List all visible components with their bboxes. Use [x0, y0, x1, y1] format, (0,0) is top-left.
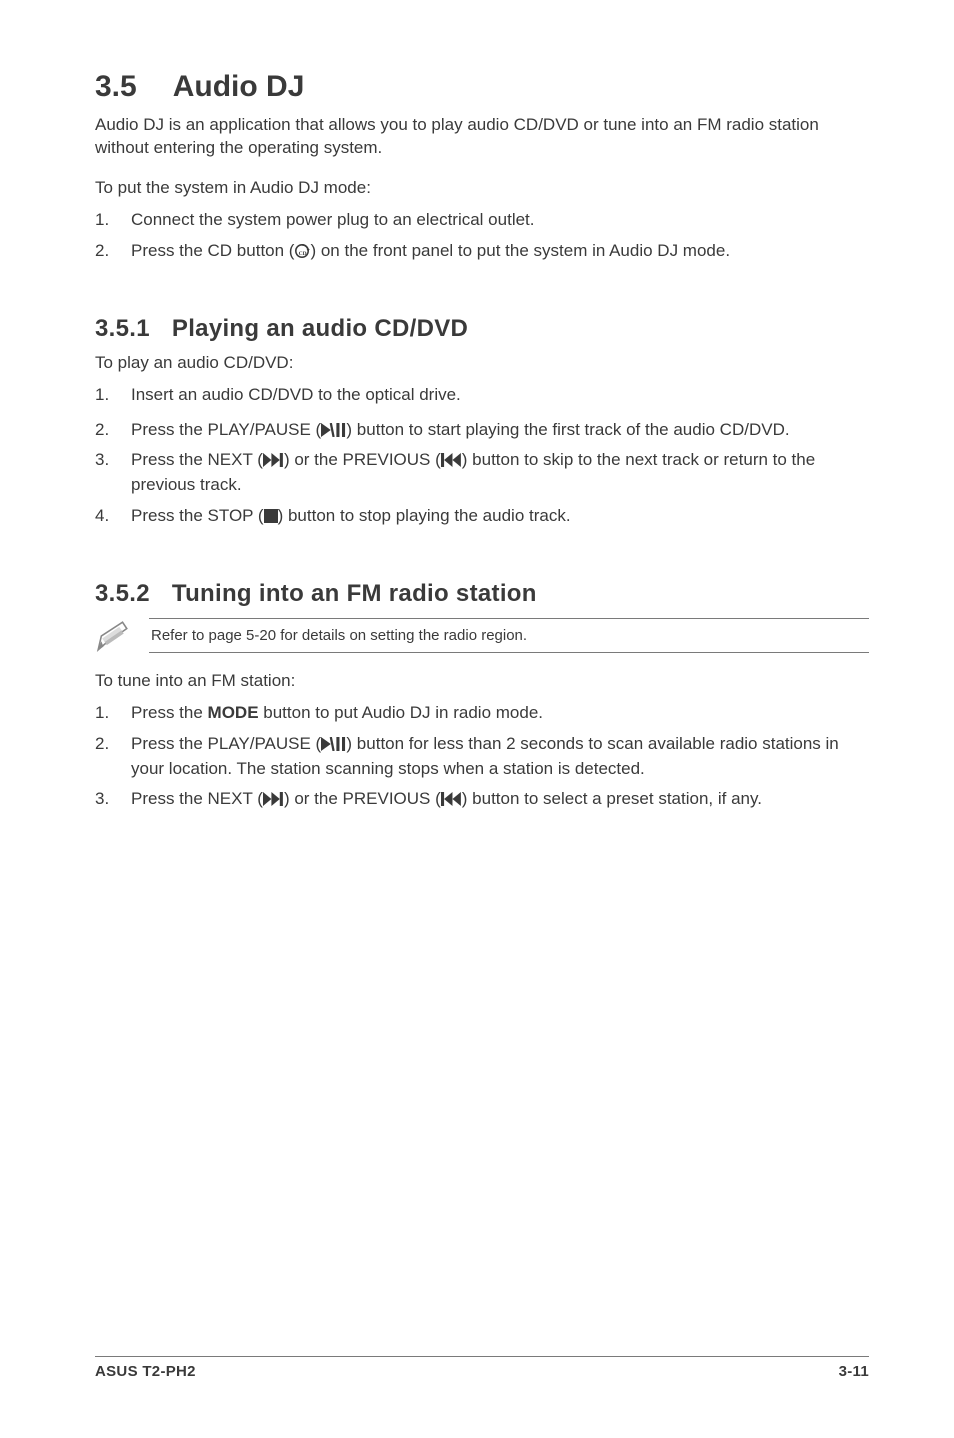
text-part: ) button to select a preset station, if …	[462, 789, 762, 808]
list-number: 1.	[95, 383, 131, 408]
play-pause-icon	[321, 737, 346, 751]
note-text: Refer to page 5-20 for details on settin…	[149, 618, 869, 653]
step-text: Press the NEXT ( ) or the PREVIOUS ( ) but…	[131, 787, 869, 812]
step-text: Press the PLAY/PAUSE ( ) button to start …	[131, 418, 869, 443]
step-1-4: 4. Press the STOP ( ) button to stop play…	[95, 504, 869, 529]
play-pause-icon	[321, 423, 346, 437]
page-title: 3.5 Audio DJ	[95, 70, 869, 104]
text-part: ) or the PREVIOUS (	[284, 789, 441, 808]
text-part: ) on the front panel to put the system i…	[310, 241, 730, 260]
text-part: Press the STOP (	[131, 506, 264, 525]
text-part: button to put Audio DJ in radio mode.	[259, 703, 543, 722]
list-number: 4.	[95, 504, 131, 529]
list-number: 3.	[95, 448, 131, 497]
next-icon	[263, 792, 284, 806]
lead-2: To tune into an FM station:	[95, 671, 869, 691]
step-2-3: 3. Press the NEXT ( ) or the PREVIOUS ( ) …	[95, 787, 869, 812]
step-text: Press the CD button ( ) on the front pane…	[131, 239, 869, 264]
previous-icon	[441, 792, 462, 806]
text-part: ) or the PREVIOUS (	[284, 450, 441, 469]
text-part: ) button to stop playing the audio track…	[278, 506, 571, 525]
stop-icon	[264, 509, 278, 523]
step-text: Insert an audio CD/DVD to the optical dr…	[131, 383, 869, 408]
steps-0: 1. Connect the system power plug to an e…	[95, 208, 869, 263]
step-2-1: 1. Press the MODE button to put Audio DJ…	[95, 701, 869, 726]
text-part: Press the	[131, 703, 208, 722]
step-text: Press the STOP ( ) button to stop playing…	[131, 504, 869, 529]
text-part: ) button to start playing the first trac…	[346, 420, 789, 439]
footer-page-number: 3-11	[839, 1363, 869, 1380]
steps-2: 1. Press the MODE button to put Audio DJ…	[95, 701, 869, 812]
step-text: Press the PLAY/PAUSE () button for less …	[131, 732, 869, 781]
note-icon-container	[95, 620, 141, 652]
step-1-1: 1. Insert an audio CD/DVD to the optical…	[95, 383, 869, 408]
lead-1: To play an audio CD/DVD:	[95, 353, 869, 373]
title-text: Audio DJ	[173, 70, 305, 103]
text-part: Press the PLAY/PAUSE (	[131, 420, 321, 439]
previous-icon	[441, 453, 462, 467]
list-number: 2.	[95, 418, 131, 443]
list-number: 2.	[95, 239, 131, 264]
step-1-2: 2. Press the PLAY/PAUSE ( ) button to sta…	[95, 418, 869, 443]
list-number: 2.	[95, 732, 131, 781]
section-heading-2: 3.5.2 Tuning into an FM radio station	[95, 580, 869, 608]
list-number: 1.	[95, 208, 131, 233]
section-title: Tuning into an FM radio station	[172, 580, 537, 607]
mode-label: MODE	[208, 703, 259, 722]
text-part: Press the PLAY/PAUSE (	[131, 734, 321, 753]
steps-1: 1. Insert an audio CD/DVD to the optical…	[95, 383, 869, 528]
step-1-3: 3. Press the NEXT () or the PREVIOUS () …	[95, 448, 869, 497]
text-part: Press the NEXT (	[131, 450, 263, 469]
section-number: 3.5.1	[95, 315, 150, 343]
note-box: Refer to page 5-20 for details on settin…	[95, 618, 869, 653]
list-number: 3.	[95, 787, 131, 812]
list-number: 1.	[95, 701, 131, 726]
text-part: Press the CD button (	[131, 241, 294, 260]
step-text: Press the MODE button to put Audio DJ in…	[131, 701, 869, 726]
pencil-icon	[95, 620, 131, 652]
text-part: Press the NEXT (	[131, 789, 263, 808]
section-title: Playing an audio CD/DVD	[172, 315, 468, 342]
title-number: 3.5	[95, 70, 137, 104]
lead-0: To put the system in Audio DJ mode:	[95, 178, 869, 198]
step-text: Connect the system power plug to an elec…	[131, 208, 869, 233]
cd-icon	[294, 243, 310, 259]
section-number: 3.5.2	[95, 580, 150, 608]
step-0-2: 2. Press the CD button ( ) on the front p…	[95, 239, 869, 264]
step-0-1: 1. Connect the system power plug to an e…	[95, 208, 869, 233]
next-icon	[263, 453, 284, 467]
step-2-2: 2. Press the PLAY/PAUSE () button for le…	[95, 732, 869, 781]
page-footer: ASUS T2-PH2 3-11	[95, 1356, 869, 1380]
footer-product: ASUS T2-PH2	[95, 1363, 196, 1380]
section-heading-1: 3.5.1 Playing an audio CD/DVD	[95, 315, 869, 343]
intro-paragraph: Audio DJ is an application that allows y…	[95, 114, 869, 160]
step-text: Press the NEXT () or the PREVIOUS () but…	[131, 448, 869, 497]
